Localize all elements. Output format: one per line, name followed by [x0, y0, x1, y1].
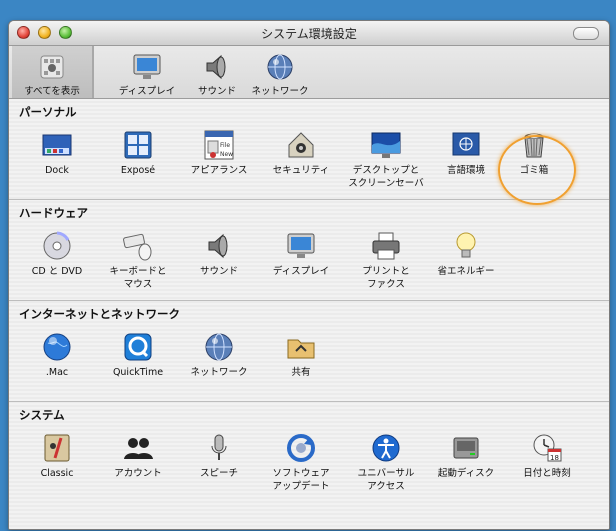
- pane-label: Dock: [45, 165, 69, 176]
- toolbar-sound-label: サウンド: [197, 86, 236, 97]
- pane-date-time[interactable]: 18 日付と時刻: [507, 426, 587, 496]
- keyboard-mouse-icon: [122, 230, 154, 262]
- expose-icon: [122, 129, 154, 161]
- pane-label: Classic: [40, 468, 74, 479]
- toolbar-network-button[interactable]: ネットワーク: [245, 46, 315, 98]
- microphone-icon: [203, 432, 235, 464]
- network-globe-icon: [264, 52, 296, 82]
- pane-label: プリントと ファクス: [362, 266, 410, 290]
- pane-dock[interactable]: Dock: [17, 123, 97, 193]
- toolbar-toggle-button[interactable]: [573, 27, 599, 40]
- toolbar-separator: [93, 46, 94, 98]
- pane-label: スピーチ: [199, 468, 238, 479]
- pane-label: 日付と時刻: [523, 468, 571, 479]
- pane-universal-access[interactable]: ユニバーサル アクセス: [346, 426, 426, 496]
- section-hardware: ハードウェア CD と DVD キーボードと マウス サウンド ディスプレイ プ…: [9, 200, 609, 301]
- quicktime-icon: [122, 331, 154, 363]
- pane-security[interactable]: セキュリティ: [261, 123, 341, 193]
- speaker-icon: [203, 230, 235, 262]
- title-bar[interactable]: システム環境設定: [9, 21, 609, 46]
- pane-print-fax[interactable]: プリントと ファクス: [346, 224, 426, 294]
- pane-accounts[interactable]: アカウント: [98, 426, 178, 496]
- section-title: システム: [19, 408, 65, 422]
- apple-grid-icon: [36, 52, 68, 82]
- toolbar: すべてを表示 ディスプレイ サウンド ネットワーク: [9, 46, 609, 99]
- pane-label: 起動ディスク: [437, 468, 495, 479]
- show-all-label: すべてを表示: [24, 86, 80, 97]
- pane-keyboard-mouse[interactable]: キーボードと マウス: [98, 224, 178, 294]
- pane-label: CD と DVD: [31, 266, 83, 277]
- trash-highlight-ring: [498, 135, 576, 205]
- pane-desktop-screensaver[interactable]: デスクトップと スクリーンセーバ: [346, 123, 426, 193]
- section-title: パーソナル: [19, 105, 77, 119]
- sharing-folder-icon: [285, 331, 317, 363]
- pane-energy-saver[interactable]: 省エネルギー: [426, 224, 506, 294]
- pane-expose[interactable]: Exposé: [98, 123, 178, 193]
- speaker-icon: [201, 52, 233, 82]
- toolbar-network-label: ネットワーク: [251, 86, 309, 97]
- section-title: インターネットとネットワーク: [19, 307, 180, 321]
- dock-icon: [41, 129, 73, 161]
- calendar-day-text: 18: [550, 454, 559, 462]
- network-globe-icon: [203, 331, 235, 363]
- appearance-icon: File New: [203, 129, 235, 161]
- printer-icon: [370, 230, 402, 262]
- pane-label: ユニバーサル アクセス: [357, 468, 415, 492]
- pane-label: キーボードと マウス: [109, 266, 167, 290]
- section-internet-network: インターネットとネットワーク .Mac QuickTime ネットワーク 共有: [9, 301, 609, 402]
- pane-sharing[interactable]: 共有: [261, 325, 341, 395]
- pane-displays[interactable]: ディスプレイ: [261, 224, 341, 294]
- appearance-file-text: File: [220, 142, 230, 149]
- pane-quicktime[interactable]: QuickTime: [98, 325, 178, 395]
- software-update-icon: [285, 432, 317, 464]
- hard-disk-icon: [450, 432, 482, 464]
- universal-access-icon: [370, 432, 402, 464]
- security-house-icon: [285, 129, 317, 161]
- pane-startup-disk[interactable]: 起動ディスク: [426, 426, 506, 496]
- pane-classic[interactable]: Classic: [17, 426, 97, 496]
- pane-cd-dvd[interactable]: CD と DVD: [17, 224, 97, 294]
- window-title: システム環境設定: [261, 27, 357, 41]
- pane-label: アピアランス: [190, 165, 248, 176]
- pane-label: Exposé: [120, 165, 156, 176]
- toolbar-sound-button[interactable]: サウンド: [182, 46, 252, 98]
- pane-network[interactable]: ネットワーク: [179, 325, 259, 395]
- lightbulb-icon: [450, 230, 482, 262]
- display-icon: [285, 230, 317, 262]
- pane-label: アカウント: [114, 468, 162, 479]
- pane-software-update[interactable]: ソフトウェア アップデート: [261, 426, 341, 496]
- pane-speech[interactable]: スピーチ: [179, 426, 259, 496]
- pane-label: セキュリティ: [272, 165, 330, 176]
- appearance-new-text: New: [220, 151, 233, 158]
- toolbar-displays-button[interactable]: ディスプレイ: [112, 46, 182, 98]
- accounts-people-icon: [122, 432, 154, 464]
- pane-label: デスクトップと スクリーンセーバ: [348, 165, 424, 189]
- pane-label: 省エネルギー: [437, 266, 495, 277]
- display-icon: [131, 52, 163, 82]
- section-system: システム Classic アカウント スピーチ ソフトウェア アップデート ユニ…: [9, 402, 609, 529]
- pane-label: ネットワーク: [190, 367, 248, 378]
- pane-label: サウンド: [199, 266, 238, 277]
- disc-icon: [41, 230, 73, 262]
- pane-label: ソフトウェア アップデート: [272, 468, 330, 492]
- pane-dotmac[interactable]: .Mac: [17, 325, 97, 395]
- show-all-button[interactable]: すべてを表示: [12, 46, 93, 98]
- clock-calendar-icon: 18: [531, 432, 563, 464]
- pane-sound[interactable]: サウンド: [179, 224, 259, 294]
- classic-mac-icon: [41, 432, 73, 464]
- desktop-icon: [370, 129, 402, 161]
- pane-label: QuickTime: [112, 367, 164, 378]
- section-title: ハードウェア: [19, 206, 88, 220]
- pane-label: ディスプレイ: [272, 266, 330, 277]
- system-preferences-window: システム環境設定 すべてを表示 ディスプレイ サウンド ネットワーク パーソナル…: [8, 20, 610, 530]
- dotmac-globe-icon: [41, 331, 73, 363]
- pane-label: 共有: [291, 367, 311, 378]
- toolbar-displays-label: ディスプレイ: [118, 86, 176, 97]
- pane-appearance[interactable]: File New アピアランス: [179, 123, 259, 193]
- un-flag-icon: [450, 129, 482, 161]
- pane-label: .Mac: [45, 367, 69, 378]
